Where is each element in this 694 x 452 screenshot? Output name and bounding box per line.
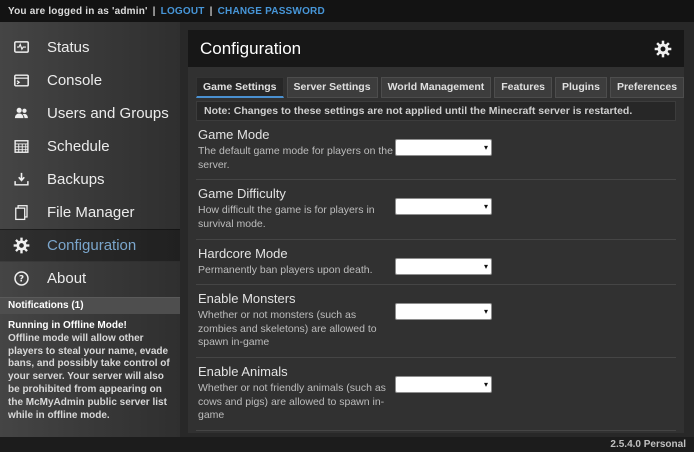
sidebar-item-backups[interactable]: Backups	[0, 163, 180, 196]
notification-title: Running in Offline Mode!	[8, 320, 127, 331]
restart-note: Note: Changes to these settings are not …	[196, 101, 676, 121]
users-icon	[13, 105, 30, 122]
sidebar-item-file-manager[interactable]: File Manager	[0, 196, 180, 229]
tab-game-settings[interactable]: Game Settings	[196, 77, 284, 98]
sidebar-item-label: Console	[47, 72, 102, 89]
setting-row-hardcore-mode: Hardcore Mode Permanently ban players up…	[196, 240, 676, 286]
file-manager-icon	[13, 204, 30, 221]
version-text: 2.5.4.0 Personal	[610, 439, 686, 450]
backup-download-icon	[13, 171, 30, 188]
setting-title: Enable Monsters	[198, 291, 395, 306]
sidebar-item-label: Status	[47, 39, 90, 56]
tab-plugins[interactable]: Plugins	[555, 77, 607, 98]
setting-select[interactable]: ▾	[395, 139, 492, 156]
footer-bar: 2.5.4.0 Personal	[0, 437, 694, 452]
session-text: You are logged in as 'admin'	[8, 6, 148, 17]
sidebar-item-status[interactable]: Status	[0, 31, 180, 64]
separator: |	[153, 6, 156, 17]
setting-title: Game Mode	[198, 127, 395, 142]
sidebar-item-label: Users and Groups	[47, 105, 169, 122]
setting-description: The default game mode for players on the…	[198, 145, 398, 172]
chevron-down-icon: ▾	[484, 260, 488, 273]
gear-icon	[13, 237, 30, 254]
main-content: Game SettingsServer SettingsWorld Manage…	[188, 67, 684, 433]
setting-description: Whether or not friendly animals (such as…	[198, 382, 398, 423]
sidebar-item-users-and-groups[interactable]: Users and Groups	[0, 97, 180, 130]
setting-text: Game Difficulty How difficult the game i…	[198, 186, 395, 231]
tab-server-settings[interactable]: Server Settings	[287, 77, 378, 98]
setting-row-enable-npcs: Enable NPCs Whether or not friendly mobs…	[196, 431, 676, 433]
chevron-down-icon: ▾	[484, 305, 488, 318]
setting-text: Hardcore Mode Permanently ban players up…	[198, 246, 395, 278]
sidebar-nav: Status Console Users and Groups Schedule…	[0, 22, 180, 295]
sidebar-item-about[interactable]: ? About	[0, 262, 180, 295]
gear-icon[interactable]	[654, 40, 672, 58]
setting-select[interactable]: ▾	[395, 258, 492, 275]
setting-select[interactable]: ▾	[395, 303, 492, 320]
setting-text: Enable Animals Whether or not friendly a…	[198, 364, 395, 423]
chevron-down-icon: ▾	[484, 141, 488, 154]
sidebar: Status Console Users and Groups Schedule…	[0, 22, 180, 437]
svg-text:?: ?	[19, 275, 24, 285]
notification-text: Offline mode will allow other players to…	[8, 333, 170, 421]
tab-world-management[interactable]: World Management	[381, 77, 492, 98]
setting-row-game-mode: Game Mode The default game mode for play…	[196, 121, 676, 180]
setting-row-game-difficulty: Game Difficulty How difficult the game i…	[196, 180, 676, 239]
setting-select[interactable]: ▾	[395, 198, 492, 215]
setting-select[interactable]: ▾	[395, 376, 492, 393]
setting-text: Enable Monsters Whether or not monsters …	[198, 291, 395, 350]
page-title: Configuration	[200, 39, 301, 59]
chevron-down-icon: ▾	[484, 200, 488, 213]
status-monitor-icon	[13, 39, 30, 56]
sidebar-item-label: File Manager	[47, 204, 135, 221]
tab-features[interactable]: Features	[494, 77, 552, 98]
setting-title: Game Difficulty	[198, 186, 395, 201]
settings-list: Game Mode The default game mode for play…	[196, 121, 676, 433]
setting-description: Permanently ban players upon death.	[198, 264, 398, 278]
question-mark-icon: ?	[13, 270, 30, 287]
sidebar-item-label: Configuration	[47, 237, 136, 254]
sidebar-item-label: Schedule	[47, 138, 110, 155]
setting-description: Whether or not monsters (such as zombies…	[198, 309, 398, 350]
setting-text: Game Mode The default game mode for play…	[198, 127, 395, 172]
notifications-header: Notifications (1)	[0, 297, 180, 314]
sidebar-item-label: About	[47, 270, 86, 287]
notification-body: Running in Offline Mode! Offline mode wi…	[0, 314, 180, 428]
sidebar-item-schedule[interactable]: Schedule	[0, 130, 180, 163]
top-bar: You are logged in as 'admin' | LOGOUT | …	[0, 0, 694, 22]
sidebar-item-console[interactable]: Console	[0, 64, 180, 97]
setting-description: How difficult the game is for players in…	[198, 204, 398, 231]
sidebar-item-configuration[interactable]: Configuration	[0, 229, 180, 262]
logout-link[interactable]: LOGOUT	[161, 6, 205, 17]
chevron-down-icon: ▾	[484, 378, 488, 391]
setting-title: Hardcore Mode	[198, 246, 395, 261]
sidebar-item-label: Backups	[47, 171, 105, 188]
tab-bar: Game SettingsServer SettingsWorld Manage…	[196, 77, 676, 98]
setting-title: Enable Animals	[198, 364, 395, 379]
console-icon	[13, 72, 30, 89]
separator: |	[210, 6, 213, 17]
main-header: Configuration	[188, 30, 684, 67]
schedule-grid-icon	[13, 138, 30, 155]
tab-preferences[interactable]: Preferences	[610, 77, 684, 98]
setting-row-enable-animals: Enable Animals Whether or not friendly a…	[196, 358, 676, 431]
change-password-link[interactable]: CHANGE PASSWORD	[218, 6, 325, 17]
main-panel: Configuration Game SettingsServer Settin…	[188, 30, 684, 433]
setting-row-enable-monsters: Enable Monsters Whether or not monsters …	[196, 285, 676, 358]
notifications-panel: Notifications (1) Running in Offline Mod…	[0, 297, 180, 428]
